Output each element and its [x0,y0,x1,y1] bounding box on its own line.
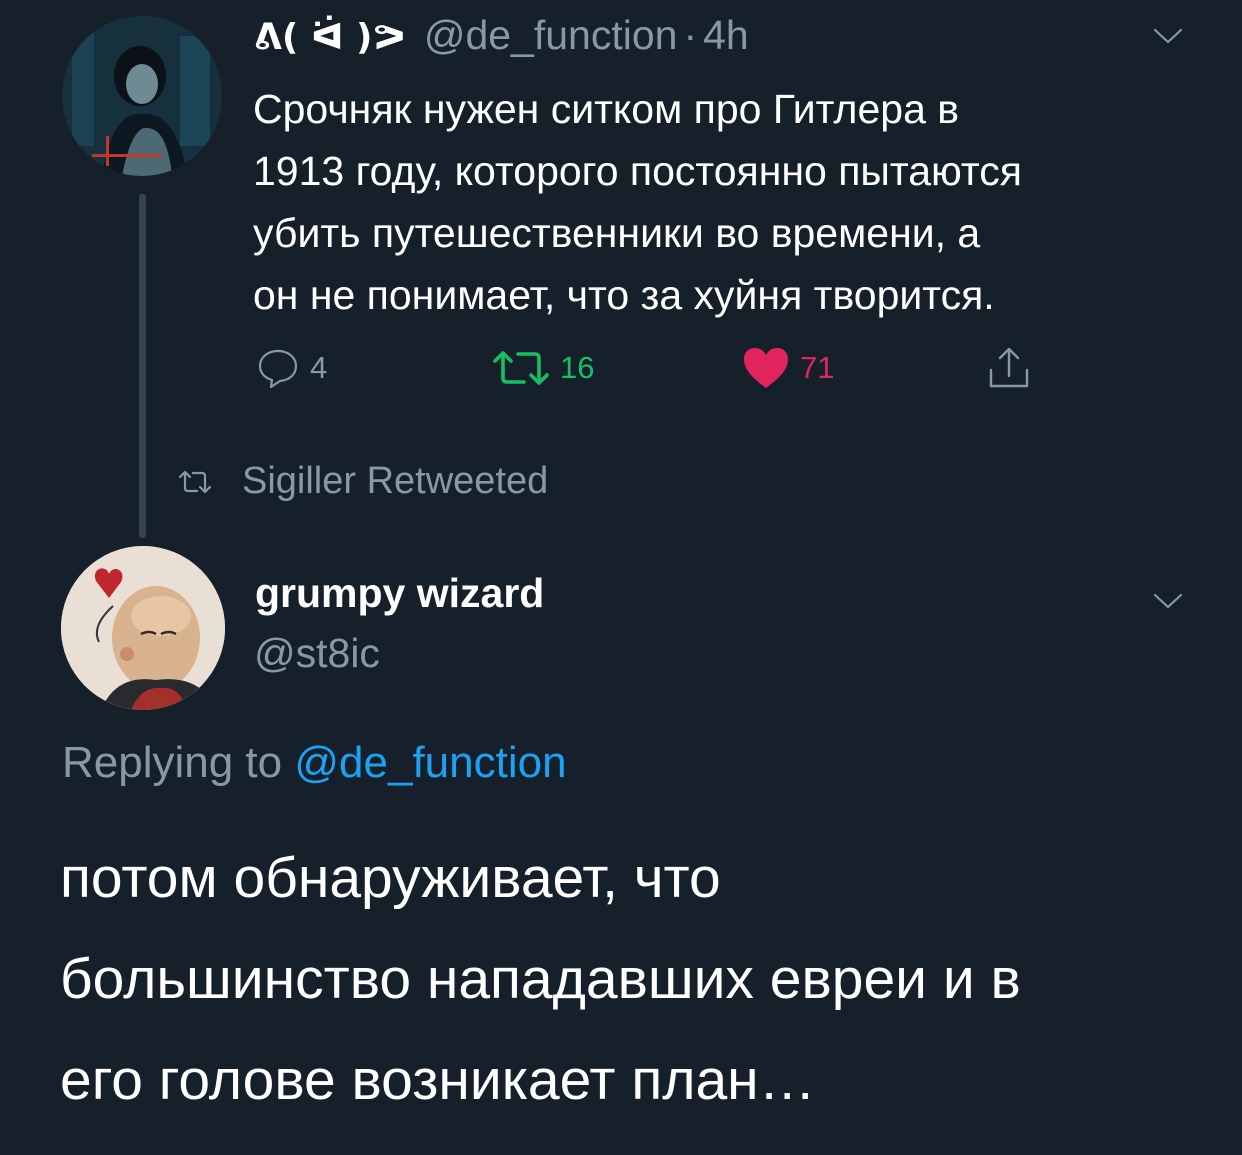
heart-icon [744,348,788,388]
reply-author-avatar[interactable] [61,546,225,710]
reply-icon [258,349,298,389]
reply-author-handle[interactable]: @st8ic [254,630,380,677]
retweet-icon [178,470,212,493]
replying-to-mention-link[interactable]: @de_function [294,738,566,787]
thread-connector-line [139,194,146,538]
reply-text-line: потом обнаруживает, что [60,846,721,910]
retweeted-by-label[interactable]: Sigiller Retweeted [178,460,548,503]
retweet-icon [493,351,549,385]
avatar-image [61,546,225,710]
reply-count: 4 [310,350,328,385]
share-button[interactable] [985,343,1033,393]
tweet-header: ᕕ( ᐛ )ᕗ @de_function · 4h [254,12,749,62]
retweet-button[interactable]: 16 [492,343,594,393]
tweet-timestamp[interactable]: 4h [703,12,749,59]
tweet-separator: · [683,12,698,58]
tweet-author-name[interactable]: ᕕ( ᐛ )ᕗ [254,17,406,58]
chevron-down-icon[interactable] [1153,592,1183,610]
retweeted-by-text: Sigiller Retweeted [242,460,549,502]
reply-text-line: его голове возникает план… [60,1048,816,1112]
reply-author-name[interactable]: grumpy wizard [255,570,544,617]
reply-button[interactable]: 4 [256,343,327,393]
reply-text: потом обнаруживает, что большинство напа… [60,828,1210,1131]
tweet-text-line: он не понимает, что за хуйня творится. [253,272,995,318]
replying-to-line: Replying to @de_function [62,738,567,788]
chevron-down-icon[interactable] [1153,27,1183,45]
tweet-author-handle[interactable]: @de_function [424,12,678,59]
reply-text-line: большинство нападавших евреи и в [60,947,1021,1011]
avatar-image [62,16,222,176]
replying-to-prefix: Replying to [62,738,283,787]
tweet-text-line: убить путешественники во времени, а [253,210,981,256]
retweet-count: 16 [560,350,595,385]
tweet-text: Срочняк нужен ситком про Гитлера в 1913 … [253,78,1203,326]
author-avatar[interactable] [62,16,222,176]
tweet-text-line: 1913 году, которого постоянно пытаются [253,148,1022,194]
share-icon [989,347,1029,388]
tweet-text-line: Срочняк нужен ситком про Гитлера в [253,86,960,132]
like-count: 71 [800,350,835,385]
like-button[interactable]: 71 [742,343,834,393]
